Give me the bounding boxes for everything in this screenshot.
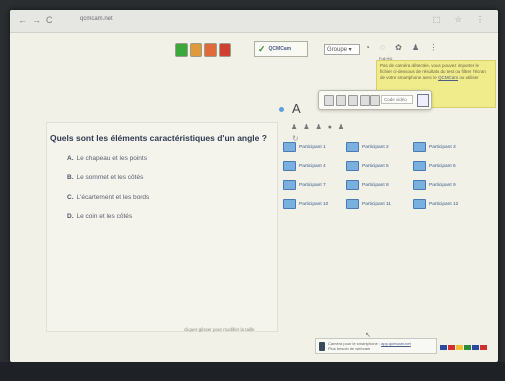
flag-icon[interactable] xyxy=(440,345,447,350)
participant-item[interactable]: Participant 4 xyxy=(283,161,326,171)
participant-icon xyxy=(413,142,426,152)
export-button[interactable] xyxy=(204,43,217,57)
qcmcam-logo: ✓ QCMCam xyxy=(254,41,308,57)
banner-link[interactable]: app.qcmcam.net xyxy=(381,341,411,346)
participant-icon xyxy=(346,180,359,190)
participant-label: Participant 9 xyxy=(429,182,456,188)
participant-icon xyxy=(346,161,359,171)
participant-label: Participant 1 xyxy=(299,144,326,150)
participant-item[interactable]: Participant 1 xyxy=(283,142,326,152)
save-button[interactable] xyxy=(189,43,202,57)
user-remove-icon[interactable]: ♟ xyxy=(338,124,346,131)
user-icon[interactable]: ◔ xyxy=(365,43,374,52)
forward-icon[interactable]: → xyxy=(32,15,41,25)
flag-icon[interactable] xyxy=(456,345,463,350)
smartphone-icon xyxy=(319,342,325,351)
participant-label: Participant 10 xyxy=(299,201,329,207)
flag-icon[interactable] xyxy=(448,345,455,350)
participant-label: Participant 5 xyxy=(362,163,389,169)
top-icons: ◔ ◌ ✿ ♟ ⋮ xyxy=(365,43,441,52)
participant-label: Participant 6 xyxy=(429,163,456,169)
logo-text: QCMCam xyxy=(268,46,292,52)
participant-item[interactable]: Participant 2 xyxy=(346,142,389,152)
participant-item[interactable]: Participant 11 xyxy=(346,199,391,209)
participant-icon xyxy=(283,161,296,171)
participant-icon xyxy=(283,180,296,190)
participant-label: Participant 4 xyxy=(299,163,326,169)
browser-toolbar: ← → C qcmcam.net ⬚ ☆ ⋮ xyxy=(10,10,498,33)
phone-icon[interactable] xyxy=(417,94,429,107)
page-icon[interactable] xyxy=(324,95,334,106)
banner-line2: Plus besoin de webcam xyxy=(328,346,371,351)
participant-item[interactable]: Participant 12 xyxy=(413,199,458,209)
main-toolbar xyxy=(175,43,231,57)
taskbar xyxy=(0,362,505,381)
settings-icon[interactable]: ✿ xyxy=(395,43,406,52)
participant-icon xyxy=(283,142,296,152)
participant-label: Participant 3 xyxy=(429,144,456,150)
groupe-select[interactable]: Groupe ▾ xyxy=(324,44,360,55)
user-edit-icon[interactable]: ♟ xyxy=(315,124,323,131)
start-button[interactable] xyxy=(175,43,188,57)
participant-label: Participant 2 xyxy=(362,144,389,150)
flag-icon[interactable] xyxy=(480,345,487,350)
tooltip-link[interactable]: QCMCam xyxy=(438,75,458,80)
flag-icon[interactable] xyxy=(472,345,479,350)
smartphone-banner: Caméra pour le smartphone : app.qcmcam.n… xyxy=(315,338,437,354)
participant-icon xyxy=(283,199,296,209)
flag-icon[interactable] xyxy=(464,345,471,350)
code-input[interactable] xyxy=(381,95,413,104)
language-flags xyxy=(440,345,487,350)
bookmark-star-icon[interactable]: ☆ xyxy=(455,15,468,24)
resize-hint: cliquer-glisser pour modifier la taille xyxy=(184,327,255,332)
arrow-icon[interactable] xyxy=(348,95,358,106)
participant-item[interactable]: Participant 6 xyxy=(413,161,456,171)
participant-label: Participant 11 xyxy=(362,201,391,207)
reload-icon[interactable]: C xyxy=(46,15,53,25)
question-text: Quels sont les éléments caractéristiques… xyxy=(50,133,267,143)
participant-icon xyxy=(413,199,426,209)
participant-item[interactable]: Participant 8 xyxy=(346,180,389,190)
circle-icon[interactable]: ◌ xyxy=(380,43,389,52)
mouse-cursor-icon: ↖ xyxy=(365,332,371,339)
participant-item[interactable]: Participant 9 xyxy=(413,180,456,190)
menu-icon[interactable]: ⋮ xyxy=(476,15,490,24)
participant-icon xyxy=(413,161,426,171)
back-icon[interactable]: ← xyxy=(18,15,27,25)
participant-label: Participant 7 xyxy=(299,182,326,188)
participant-item[interactable]: Participant 10 xyxy=(283,199,328,209)
tooltip-suffix: ou utiliser xyxy=(459,75,479,80)
more-icon[interactable]: ⋮ xyxy=(429,43,441,52)
answer-b: B. Le sommet et les côtés xyxy=(67,174,144,181)
participant-label: Participant 12 xyxy=(429,201,459,207)
answer-a: A. Le chapeau et les points xyxy=(67,155,147,162)
user-group-icon[interactable]: ♟ xyxy=(303,124,311,131)
question-letter: A xyxy=(292,101,301,116)
address-bar[interactable]: qcmcam.net xyxy=(80,16,113,22)
browser-menu-icons[interactable]: ⬚ ☆ ⋮ xyxy=(433,15,490,24)
print-icon[interactable] xyxy=(360,95,370,106)
participant-item[interactable]: Participant 5 xyxy=(346,161,389,171)
checkmark-icon: ✓ xyxy=(258,43,266,54)
participant-label: Participant 8 xyxy=(362,182,389,188)
camera-icon[interactable]: ♟ xyxy=(412,43,423,52)
badge-icon[interactable]: ● xyxy=(328,124,334,131)
answer-d: D. Le coin et les côtés xyxy=(67,213,133,220)
participant-icon xyxy=(346,199,359,209)
extension-icon[interactable]: ⬚ xyxy=(433,15,447,24)
status-dot xyxy=(279,107,284,112)
participant-tools: ♟ ♟ ♟ ● ♟ xyxy=(291,123,346,131)
participant-item[interactable]: Participant 7 xyxy=(283,180,326,190)
save-icon[interactable] xyxy=(370,95,380,106)
user-add-icon[interactable]: ♟ xyxy=(291,124,299,131)
answer-c: C. L'écartement et les bords xyxy=(67,194,150,201)
participant-item[interactable]: Participant 3 xyxy=(413,142,456,152)
participant-icon xyxy=(413,180,426,190)
question-panel xyxy=(46,122,278,332)
screen: ← → C qcmcam.net ⬚ ☆ ⋮ ✓ QCMCam Groupe ▾… xyxy=(10,10,498,362)
participant-icon xyxy=(346,142,359,152)
copy-icon[interactable] xyxy=(336,95,346,106)
delete-button[interactable] xyxy=(218,43,231,57)
floating-toolbar xyxy=(318,90,432,110)
